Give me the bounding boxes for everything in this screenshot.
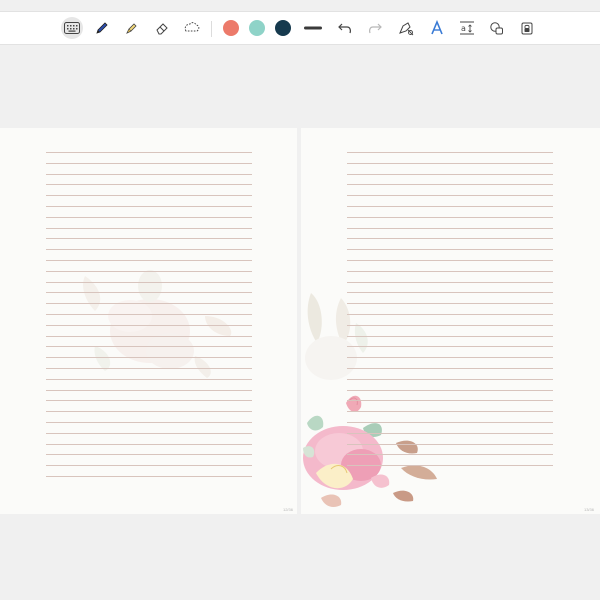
ruled-line: [347, 335, 553, 337]
highlighter-button[interactable]: [121, 17, 143, 39]
ruled-line: [46, 324, 252, 326]
toolbar-divider: [211, 21, 212, 37]
keyboard-icon: [64, 22, 80, 34]
ruled-line: [46, 303, 252, 305]
shape-pen-button[interactable]: [395, 17, 417, 39]
ruled-line: [46, 400, 252, 402]
pen-icon: [96, 22, 108, 34]
ruled-line: [347, 303, 553, 305]
ruled-line: [46, 432, 252, 434]
ruled-line: [46, 195, 252, 197]
ruled-line: [347, 152, 553, 153]
ruled-line: [347, 411, 553, 413]
ruled-line: [46, 227, 252, 229]
ruled-line: [347, 389, 553, 391]
pen-button[interactable]: [91, 17, 113, 39]
ruled-line: [46, 378, 252, 380]
ruled-line: [46, 184, 252, 186]
ruled-line: [347, 443, 553, 445]
ruled-line: [46, 443, 252, 445]
ruled-line: [46, 476, 252, 477]
shapes-icon: [490, 22, 503, 35]
ruled-line: [46, 335, 252, 337]
ruled-line: [46, 260, 252, 261]
color-mint-swatch[interactable]: [249, 20, 265, 36]
ruled-line: [46, 292, 252, 294]
page-number: 13/36: [583, 507, 594, 512]
ruled-line: [46, 411, 252, 413]
text-resize-button[interactable]: a: [456, 17, 478, 39]
ruled-line: [46, 368, 252, 369]
ruled-line: [347, 238, 553, 240]
redo-button[interactable]: [364, 17, 386, 39]
shape-pen-icon: [399, 22, 414, 36]
ruled-line: [347, 465, 553, 467]
ruled-line: [46, 270, 252, 272]
ruled-line: [347, 281, 553, 283]
ruled-line: [347, 270, 553, 272]
lasso-button[interactable]: [181, 17, 203, 39]
color-navy-swatch[interactable]: [275, 20, 291, 36]
svg-text:a: a: [461, 24, 466, 33]
ruled-line: [347, 206, 553, 207]
ruled-line: [46, 422, 252, 423]
floral-bouquet: [303, 293, 437, 507]
ruled-line: [347, 432, 553, 434]
color-coral-swatch[interactable]: [223, 20, 239, 36]
notebook-page-right[interactable]: 13/36: [301, 128, 600, 514]
ruled-line: [347, 400, 553, 402]
ruled-line: [46, 281, 252, 283]
ruled-line: [347, 162, 553, 164]
ruled-line: [347, 216, 553, 218]
ruled-line: [347, 454, 553, 456]
ruled-line: [347, 346, 553, 348]
ruled-line: [46, 162, 252, 164]
ruled-line: [347, 260, 553, 261]
eraser-icon: [156, 23, 168, 35]
ruled-line: [46, 314, 252, 315]
ruled-line: [46, 454, 252, 456]
undo-button[interactable]: [334, 17, 356, 39]
redo-icon: [369, 23, 382, 34]
undo-icon: [338, 23, 351, 34]
keyboard-button[interactable]: [61, 17, 83, 39]
lock-button[interactable]: [516, 17, 538, 39]
ruled-line: [46, 465, 252, 467]
ruled-line: [46, 346, 252, 348]
ruled-line: [347, 173, 553, 175]
text-resize-icon: a: [460, 21, 474, 35]
ruled-line: [46, 173, 252, 175]
ruled-line: [46, 238, 252, 240]
ruled-line: [347, 227, 553, 229]
ruled-line: [347, 314, 553, 315]
ruled-line: [347, 422, 553, 423]
ruled-line: [46, 249, 252, 251]
highlighter-icon: [126, 23, 137, 34]
ruled-line: [347, 357, 553, 359]
drawing-toolbar: a: [0, 11, 600, 45]
stroke-width-button[interactable]: [302, 17, 324, 39]
ruled-line: [46, 206, 252, 207]
ruled-line: [46, 357, 252, 359]
lock-icon: [521, 22, 533, 35]
ruled-line: [46, 152, 252, 153]
ruled-line: [347, 184, 553, 186]
ruled-line: [347, 378, 553, 380]
text-style-icon: [431, 20, 443, 35]
ruled-line: [347, 368, 553, 369]
lasso-icon: [184, 22, 200, 32]
ruled-line: [46, 389, 252, 391]
stroke-width-icon: [304, 26, 322, 30]
notebook-page-left[interactable]: 12/36: [0, 128, 297, 514]
ruled-line: [347, 249, 553, 251]
floral-watermark-left: [83, 270, 232, 378]
page-number: 12/36: [282, 507, 293, 512]
ruled-line: [46, 216, 252, 218]
shapes-button[interactable]: [486, 17, 508, 39]
text-style-button[interactable]: [426, 17, 448, 39]
eraser-button[interactable]: [151, 17, 173, 39]
ruled-line: [347, 324, 553, 326]
ruled-line: [347, 195, 553, 197]
ruled-line: [347, 292, 553, 294]
